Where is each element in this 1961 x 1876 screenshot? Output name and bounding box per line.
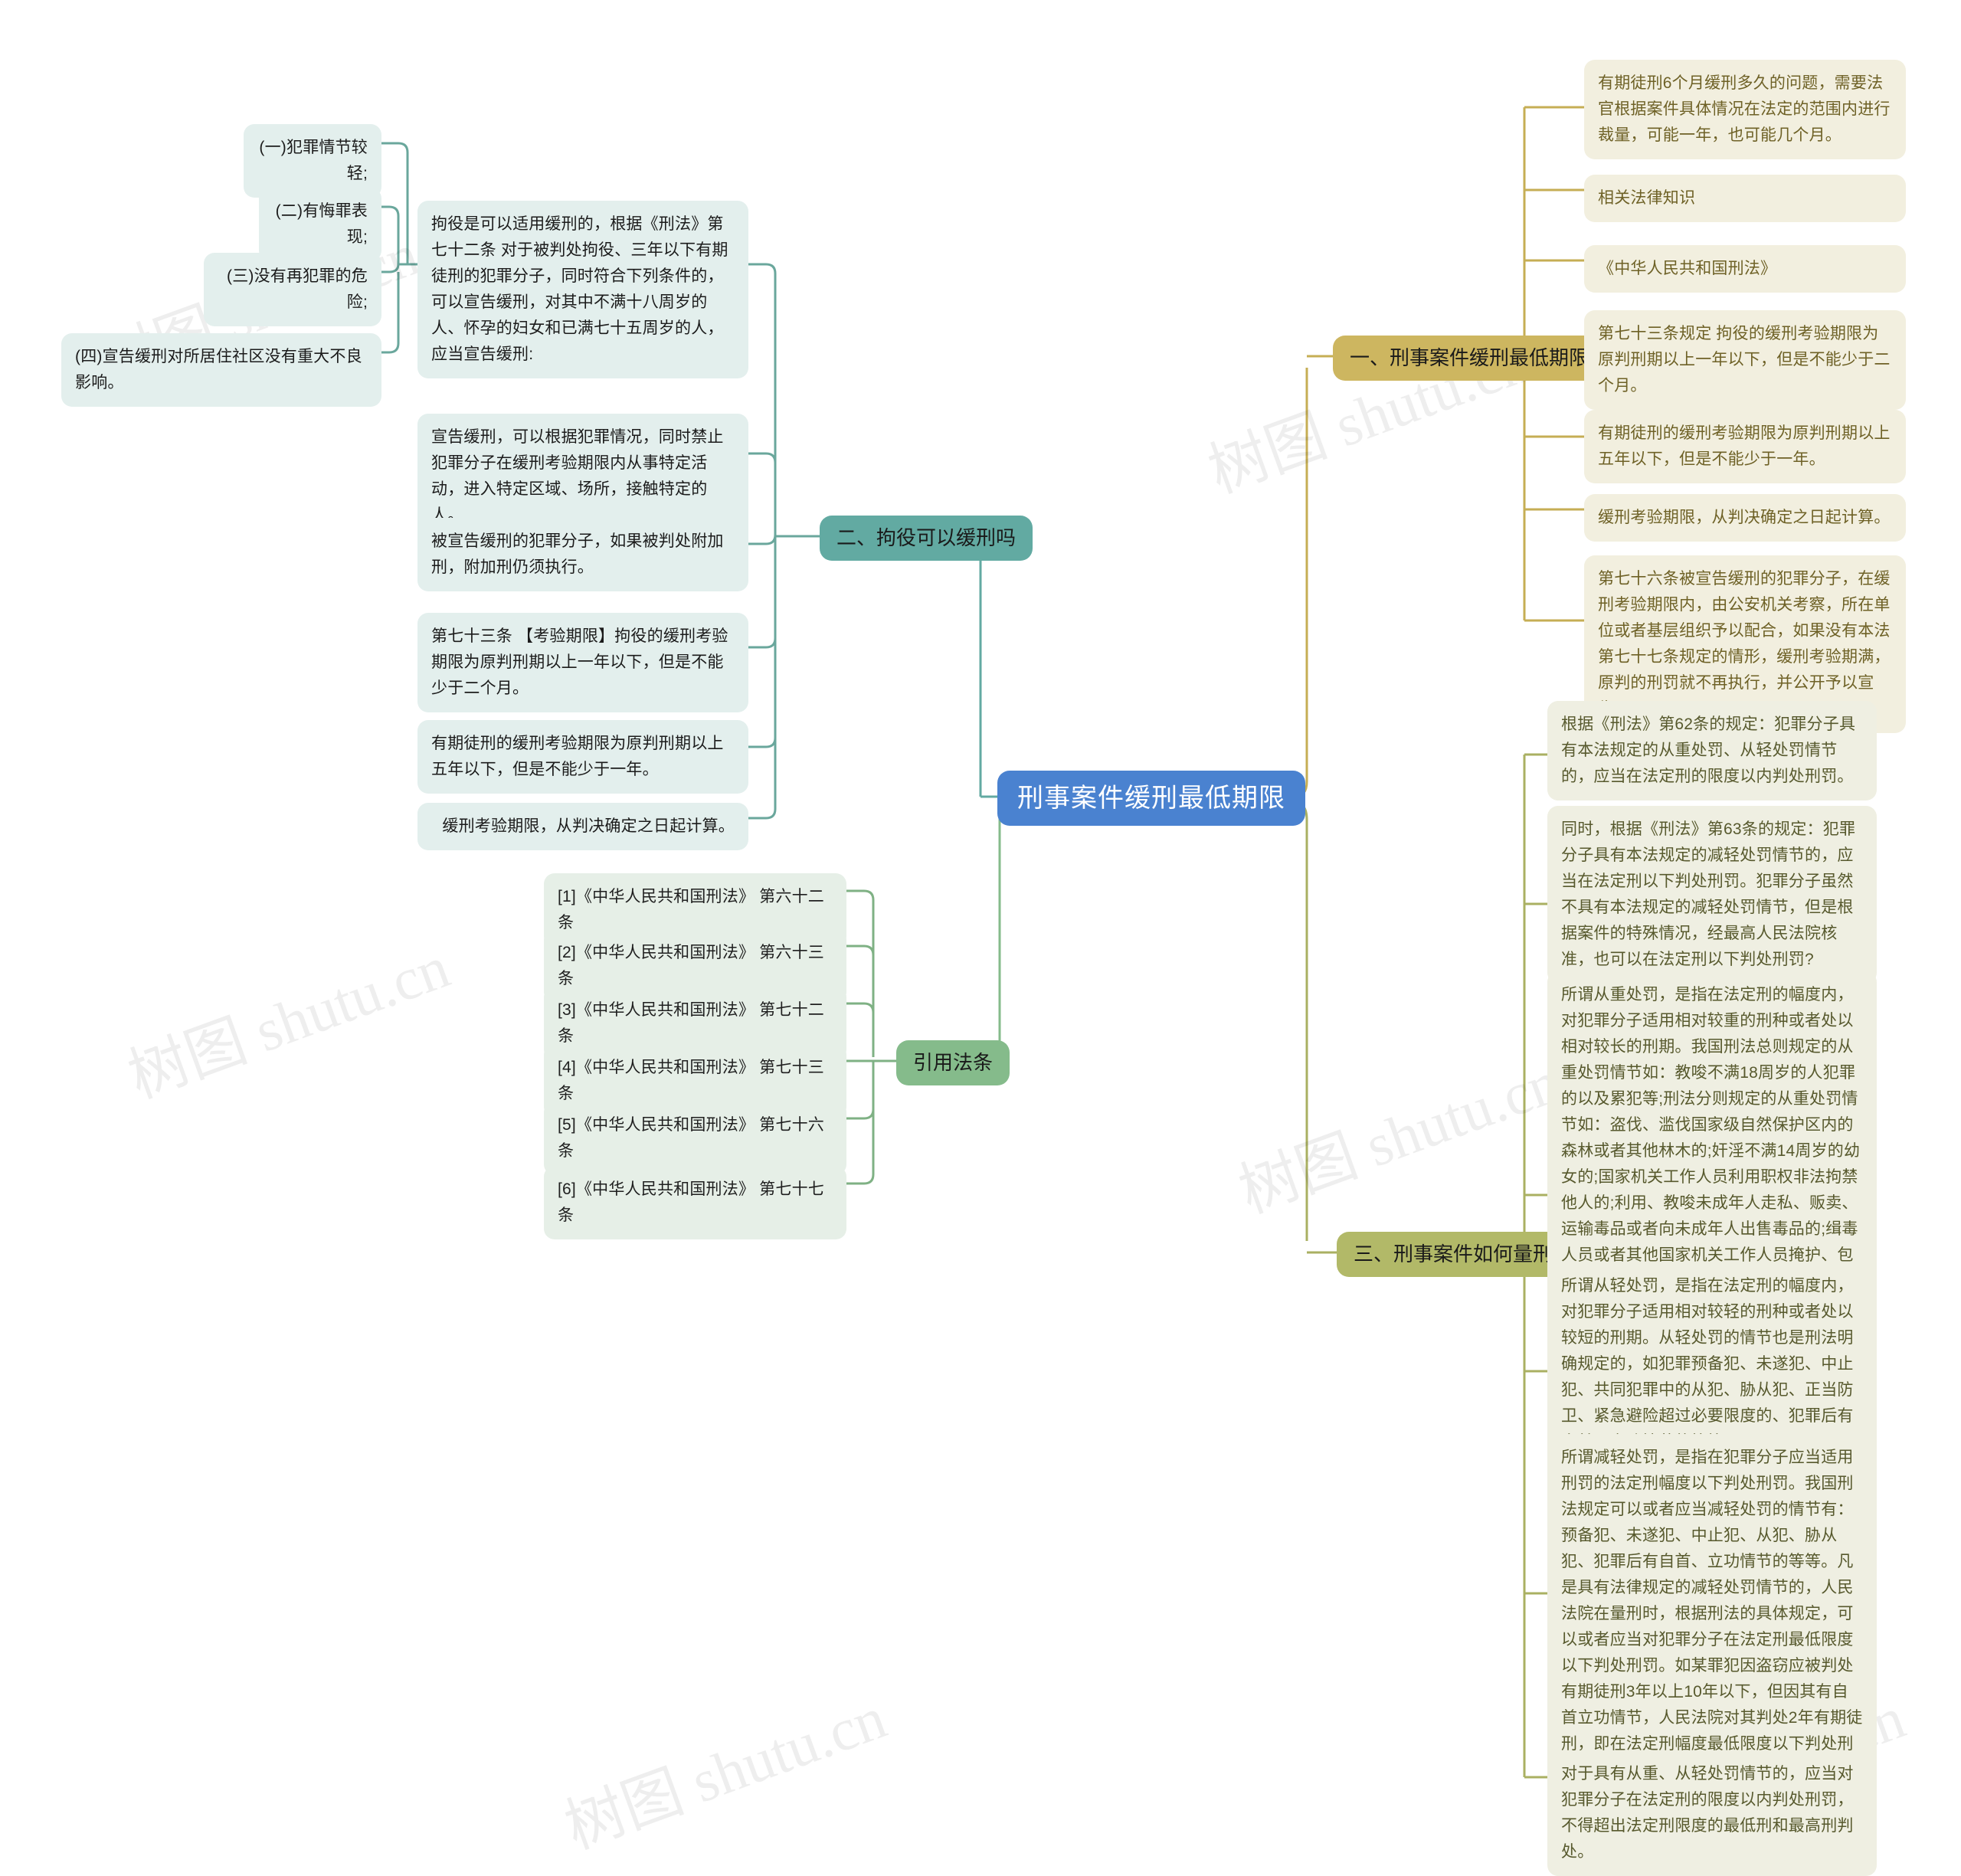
branch3-node-6[interactable]: 对于具有从重、从轻处罚情节的，应当对犯罪分子在法定刑的限度以内判处刑罚，不得超出… [1547, 1750, 1877, 1876]
watermark: 树图 shutu.cn [119, 933, 458, 1111]
watermark: 树图 shutu.cn [556, 1684, 895, 1861]
citation-item-6[interactable]: [6]《中华人民共和国刑法》 第七十七条 [544, 1166, 846, 1240]
branch-label-3[interactable]: 三、刑事案件如何量刑 [1337, 1232, 1570, 1278]
branch2-node-5[interactable]: 有期徒刑的缓刑考验期限为原判刑期以上五年以下，但是不能少于一年。 [417, 720, 748, 794]
branch-label-citations[interactable]: 引用法条 [896, 1040, 1010, 1086]
branch1-node-1[interactable]: 有期徒刑6个月缓刑多久的问题，需要法官根据案件具体情况在法定的范围内进行裁量，可… [1584, 60, 1906, 160]
watermark: 树图 shutu.cn [1230, 1048, 1569, 1226]
branch1-node-4[interactable]: 第七十三条规定 拘役的缓刑考验期限为原判刑期以上一年以下，但是不能少于二个月。 [1584, 310, 1906, 411]
condition-item-4[interactable]: (四)宣告缓刑对所居住社区没有重大不良影响。 [61, 333, 381, 408]
branch-label-2[interactable]: 二、拘役可以缓刑吗 [820, 516, 1033, 561]
branch1-node-6[interactable]: 缓刑考验期限，从判决确定之日起计算。 [1584, 494, 1906, 542]
branch2-node-1[interactable]: 拘役是可以适用缓刑的，根据《刑法》第七十二条 对于被判处拘役、三年以下有期徒刑的… [417, 201, 748, 379]
branch3-node-2[interactable]: 同时，根据《刑法》第63条的规定：犯罪分子具有本法规定的减轻处罚情节的，应当在法… [1547, 806, 1877, 984]
branch1-node-5[interactable]: 有期徒刑的缓刑考验期限为原判刑期以上五年以下，但是不能少于一年。 [1584, 410, 1906, 484]
branch1-node-3[interactable]: 《中华人民共和国刑法》 [1584, 245, 1906, 293]
branch1-node-2[interactable]: 相关法律知识 [1584, 175, 1906, 223]
root-node[interactable]: 刑事案件缓刑最低期限 [997, 771, 1305, 827]
branch2-node-3[interactable]: 被宣告缓刑的犯罪分子，如果被判处附加刑，附加刑仍须执行。 [417, 518, 748, 592]
condition-item-2[interactable]: (二)有悔罪表现; [259, 188, 381, 262]
branch-label-1[interactable]: 一、刑事案件缓刑最低期限 [1333, 336, 1606, 381]
condition-item-1[interactable]: (一)犯罪情节较轻; [244, 124, 381, 198]
condition-item-3[interactable]: (三)没有再犯罪的危险; [204, 253, 381, 327]
branch3-node-1[interactable]: 根据《刑法》第62条的规定：犯罪分子具有本法规定的从重处罚、从轻处罚情节的，应当… [1547, 701, 1877, 801]
branch3-node-5[interactable]: 所谓减轻处罚，是指在犯罪分子应当适用刑罚的法定刑幅度以下判处刑罚。我国刑法规定可… [1547, 1434, 1877, 1795]
branch2-node-4[interactable]: 第七十三条 【考验期限】拘役的缓刑考验期限为原判刑期以上一年以下，但是不能少于二… [417, 613, 748, 713]
mindmap-canvas: 树图 shutu.cn 树图 shutu.cn 树图 shutu.cn 树图 s… [0, 0, 1961, 1876]
citation-item-5[interactable]: [5]《中华人民共和国刑法》 第七十六条 [544, 1102, 846, 1176]
branch2-node-6[interactable]: 缓刑考验期限，从判决确定之日起计算。 [417, 803, 748, 851]
